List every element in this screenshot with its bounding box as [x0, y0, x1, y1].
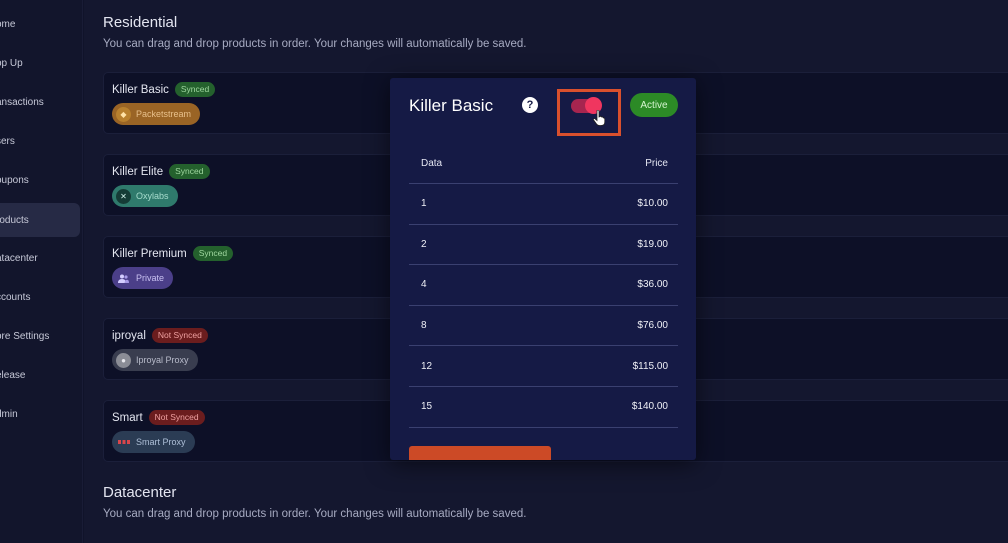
modal-action-button[interactable]	[409, 446, 551, 460]
sidebar: ome op Up ansactions sers oupons roducts…	[0, 0, 83, 543]
sidebar-item-label: dmin	[0, 408, 18, 420]
hand-cursor-icon	[593, 110, 605, 126]
data-cell: 4	[421, 279, 427, 291]
table-row: 15 $140.00	[409, 387, 678, 428]
sidebar-item-label: roducts	[0, 214, 29, 226]
sync-status-badge: Synced	[169, 164, 210, 179]
residential-subtitle: You can drag and drop products in order.…	[103, 38, 527, 50]
provider-chip: ✕ Oxylabs	[112, 185, 178, 207]
packetstream-icon: ◆	[116, 106, 131, 122]
sidebar-item-label: ccounts	[0, 291, 31, 303]
sidebar-item-label: ansactions	[0, 96, 44, 108]
sync-status-badge: Synced	[192, 246, 234, 261]
column-header-data: Data	[421, 158, 443, 169]
sidebar-item-label: op Up	[0, 57, 23, 69]
sidebar-item-store-settings[interactable]: ore Settings	[0, 319, 80, 353]
help-icon[interactable]: ?	[522, 97, 538, 113]
price-cell: $36.00	[637, 279, 668, 291]
provider-label: Oxylabs	[136, 191, 169, 201]
provider-label: Private	[136, 273, 165, 283]
table-row: 12 $115.00	[409, 346, 678, 387]
sidebar-item-label: ore Settings	[0, 330, 50, 342]
sidebar-item-products[interactable]: roducts	[0, 203, 80, 237]
table-row: 4 $36.00	[409, 265, 678, 306]
sidebar-item-datacenter[interactable]: atacenter	[0, 241, 80, 275]
product-name-row: Killer Basic Synced	[112, 82, 216, 97]
product-name-row: Killer Premium Synced	[112, 246, 234, 261]
sync-status-badge: Synced	[174, 82, 216, 97]
active-status-badge: Active	[630, 93, 678, 117]
users-icon	[116, 271, 131, 286]
provider-label: Smart Proxy	[136, 437, 186, 447]
data-cell: 8	[421, 320, 427, 332]
data-cell: 1	[421, 198, 427, 210]
product-name: Killer Elite	[112, 165, 164, 178]
modal-title: Killer Basic	[409, 96, 494, 115]
product-name: Killer Premium	[112, 247, 187, 260]
product-pricing-modal: Killer Basic ? Active Data Price 1 $10.0…	[390, 78, 696, 460]
sidebar-item-top-up[interactable]: op Up	[0, 46, 80, 80]
column-header-price: Price	[645, 158, 668, 169]
datacenter-subtitle: You can drag and drop products in order.…	[103, 508, 527, 520]
provider-chip: ◆ Packetstream	[112, 103, 201, 125]
sidebar-item-coupons[interactable]: oupons	[0, 163, 80, 197]
provider-chip: Private	[112, 267, 174, 289]
sync-status-badge: Not Synced	[148, 410, 205, 425]
provider-chip: Smart Proxy	[112, 431, 195, 453]
smartproxy-icon	[116, 435, 131, 450]
residential-title: Residential	[103, 14, 178, 31]
sidebar-item-label: ome	[0, 18, 16, 30]
datacenter-title: Datacenter	[103, 484, 177, 501]
price-cell: $76.00	[637, 320, 668, 332]
product-name-row: iproyal Not Synced	[112, 328, 208, 343]
price-cell: $140.00	[631, 401, 668, 413]
provider-label: Iproyal Proxy	[136, 355, 189, 365]
product-name: iproyal	[112, 329, 146, 342]
price-cell: $115.00	[632, 360, 668, 372]
product-name-row: Smart Not Synced	[112, 410, 205, 425]
provider-chip: ● Iproyal Proxy	[112, 349, 198, 371]
provider-label: Packetstream	[136, 109, 192, 119]
sidebar-item-users[interactable]: sers	[0, 124, 80, 158]
sidebar-item-admin[interactable]: dmin	[0, 397, 80, 431]
sync-status-badge: Not Synced	[151, 328, 208, 343]
pricing-table: Data Price 1 $10.00 2 $19.00 4 $36.00 8 …	[409, 144, 678, 428]
oxylabs-icon: ✕	[116, 188, 131, 204]
table-header: Data Price	[409, 144, 678, 184]
product-name: Killer Basic	[112, 83, 169, 96]
iproyal-icon: ●	[116, 352, 131, 368]
sidebar-item-transactions[interactable]: ansactions	[0, 85, 80, 119]
sidebar-item-label: elease	[0, 369, 26, 381]
data-cell: 15	[421, 401, 433, 413]
sidebar-item-accounts[interactable]: ccounts	[0, 280, 80, 314]
table-row: 2 $19.00	[409, 225, 678, 266]
data-cell: 12	[421, 360, 433, 372]
price-cell: $10.00	[637, 198, 668, 210]
product-name-row: Killer Elite Synced	[112, 164, 210, 179]
table-row: 1 $10.00	[409, 184, 678, 225]
sidebar-item-label: sers	[0, 135, 15, 147]
price-cell: $19.00	[637, 238, 668, 250]
sidebar-item-release[interactable]: elease	[0, 358, 80, 392]
sidebar-item-label: atacenter	[0, 252, 38, 264]
sidebar-item-home[interactable]: ome	[0, 7, 80, 41]
product-name: Smart	[112, 411, 143, 424]
sidebar-item-label: oupons	[0, 174, 29, 186]
data-cell: 2	[421, 238, 427, 250]
table-row: 8 $76.00	[409, 306, 678, 347]
